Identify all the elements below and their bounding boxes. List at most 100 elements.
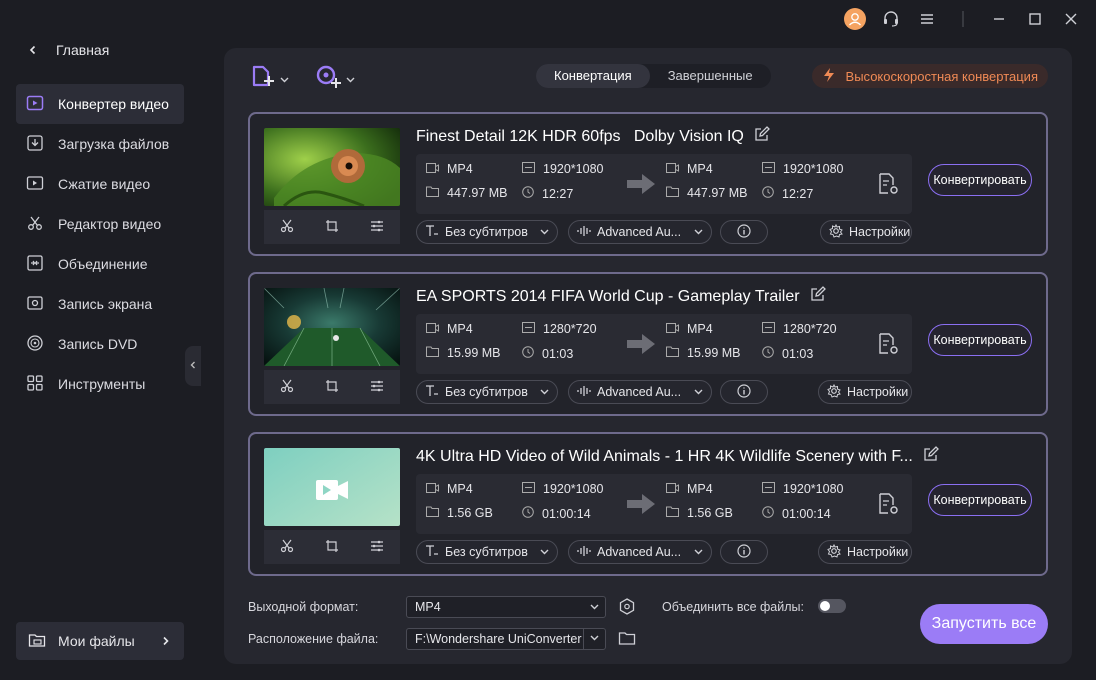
screen-record-icon bbox=[26, 294, 44, 315]
chevron-down-icon bbox=[590, 602, 599, 613]
audio-track-select[interactable]: Advanced Au... bbox=[568, 380, 712, 404]
audio-track-select[interactable]: Advanced Au... bbox=[568, 540, 712, 564]
maximize-icon[interactable] bbox=[1024, 8, 1046, 30]
convert-arrow-icon bbox=[626, 492, 656, 519]
home-link[interactable]: Главная bbox=[28, 42, 109, 58]
settings-button[interactable]: Настройки bbox=[820, 220, 912, 244]
edit-pencil-icon[interactable] bbox=[754, 126, 770, 147]
video-format-icon bbox=[426, 322, 439, 336]
trim-scissors-icon[interactable] bbox=[280, 539, 294, 556]
target-duration: 12:27 bbox=[762, 186, 813, 201]
menu-icon[interactable] bbox=[916, 8, 938, 30]
sidebar-item-screen-record[interactable]: Запись экрана bbox=[16, 284, 184, 324]
merge-icon bbox=[26, 254, 44, 275]
info-button[interactable] bbox=[720, 220, 768, 244]
video-thumbnail[interactable] bbox=[264, 448, 400, 526]
output-settings-icon[interactable] bbox=[864, 154, 914, 214]
source-size-value: 1.56 GB bbox=[447, 506, 493, 520]
folder-icon bbox=[426, 186, 439, 200]
file-location-value: F:\Wondershare UniConverter bbox=[415, 632, 582, 646]
sidebar-item-download[interactable]: Загрузка файлов bbox=[16, 124, 184, 164]
high-speed-conversion-button[interactable]: Высокоскоростная конвертация bbox=[811, 64, 1048, 88]
sidebar-item-editor[interactable]: Редактор видео bbox=[16, 204, 184, 244]
settings-button[interactable]: Настройки bbox=[818, 380, 912, 404]
output-settings-icon[interactable] bbox=[864, 314, 914, 374]
open-folder-icon[interactable] bbox=[618, 630, 636, 649]
crop-icon[interactable] bbox=[325, 379, 339, 396]
output-format-select[interactable]: MP4 bbox=[406, 596, 606, 618]
video-thumbnail[interactable] bbox=[264, 288, 400, 366]
chevron-left-icon bbox=[190, 361, 196, 372]
sidebar-item-tools[interactable]: Инструменты bbox=[16, 364, 184, 404]
subtitle-select[interactable]: Без субтитров bbox=[416, 540, 558, 564]
chevron-down-icon bbox=[280, 71, 289, 86]
sidebar-item-label: Запись экрана bbox=[58, 296, 153, 312]
info-button[interactable] bbox=[720, 540, 768, 564]
trim-scissors-icon[interactable] bbox=[280, 379, 294, 396]
start-all-button[interactable]: Запустить все bbox=[920, 604, 1048, 644]
convert-button[interactable]: Конвертировать bbox=[928, 164, 1032, 196]
audio-track-select[interactable]: Advanced Au... bbox=[568, 220, 712, 244]
sidebar-item-merge[interactable]: Объединение bbox=[16, 244, 184, 284]
convert-button[interactable]: Конвертировать bbox=[928, 484, 1032, 516]
clock-icon bbox=[762, 346, 774, 361]
add-files-button[interactable] bbox=[250, 64, 289, 93]
chevron-left-icon bbox=[28, 42, 38, 58]
target-format-value: MP4 bbox=[687, 162, 713, 176]
subtitle-select[interactable]: Без субтитров bbox=[416, 380, 558, 404]
thumbnail-toolbar bbox=[264, 210, 400, 244]
source-format-value: MP4 bbox=[447, 482, 473, 496]
video-thumbnail[interactable] bbox=[264, 128, 400, 206]
tab-converting[interactable]: Конвертация bbox=[536, 64, 650, 88]
target-format: MP4 bbox=[666, 322, 713, 336]
target-duration-value: 01:03 bbox=[782, 346, 814, 361]
audio-track-value: Advanced Au... bbox=[597, 385, 682, 399]
convert-button[interactable]: Конвертировать bbox=[928, 324, 1032, 356]
settings-button[interactable]: Настройки bbox=[818, 540, 912, 564]
chevron-down-icon bbox=[694, 547, 703, 558]
gear-icon bbox=[827, 543, 841, 561]
video-format-icon bbox=[666, 162, 679, 176]
edit-pencil-icon[interactable] bbox=[810, 286, 826, 307]
file-location-select[interactable]: F:\Wondershare UniConverter bbox=[406, 628, 606, 650]
info-button[interactable] bbox=[720, 380, 768, 404]
source-duration-value: 01:00:14 bbox=[542, 506, 591, 521]
effects-list-icon[interactable] bbox=[370, 539, 384, 556]
my-files-button[interactable]: Мои файлы bbox=[16, 622, 184, 660]
user-avatar[interactable] bbox=[844, 8, 866, 30]
main-toolbar: Конвертация Завершенные Высокоскоростная… bbox=[224, 48, 1072, 104]
football-thumbnail-image bbox=[264, 288, 400, 366]
add-file-icon bbox=[250, 64, 276, 93]
minimize-icon[interactable] bbox=[988, 8, 1010, 30]
folder-icon bbox=[666, 346, 679, 360]
sidebar-item-video-converter[interactable]: Конвертер видео bbox=[16, 84, 184, 124]
subtitle-text-icon bbox=[425, 544, 439, 560]
subtitle-text-icon bbox=[425, 224, 439, 240]
format-settings-icon[interactable] bbox=[618, 598, 636, 619]
audio-wave-icon bbox=[577, 225, 591, 240]
effects-list-icon[interactable] bbox=[370, 219, 384, 236]
file-title-text: 4K Ultra HD Video of Wild Animals - 1 HR… bbox=[416, 447, 913, 465]
sidebar-collapse-toggle[interactable] bbox=[185, 346, 201, 386]
chameleon-thumbnail-image bbox=[264, 128, 400, 206]
sidebar-item-label: Редактор видео bbox=[58, 216, 162, 232]
source-size: 1.56 GB bbox=[426, 506, 493, 520]
resolution-icon bbox=[762, 482, 775, 496]
main-panel: Конвертация Завершенные Высокоскоростная… bbox=[224, 48, 1072, 664]
crop-icon[interactable] bbox=[325, 219, 339, 236]
output-settings-icon[interactable] bbox=[864, 474, 914, 534]
crop-icon[interactable] bbox=[325, 539, 339, 556]
support-headset-icon[interactable] bbox=[880, 8, 902, 30]
trim-scissors-icon[interactable] bbox=[280, 219, 294, 236]
sidebar-item-dvd[interactable]: Запись DVD bbox=[16, 324, 184, 364]
audio-track-value: Advanced Au... bbox=[597, 225, 682, 239]
subtitle-text-icon bbox=[425, 384, 439, 400]
effects-list-icon[interactable] bbox=[370, 379, 384, 396]
tab-finished[interactable]: Завершенные bbox=[650, 64, 771, 88]
add-media-button[interactable] bbox=[314, 64, 355, 93]
sidebar-item-compress[interactable]: Сжатие видео bbox=[16, 164, 184, 204]
edit-pencil-icon[interactable] bbox=[923, 446, 939, 467]
merge-all-toggle[interactable] bbox=[818, 599, 846, 613]
close-icon[interactable] bbox=[1060, 8, 1082, 30]
subtitle-select[interactable]: Без субтитров bbox=[416, 220, 558, 244]
